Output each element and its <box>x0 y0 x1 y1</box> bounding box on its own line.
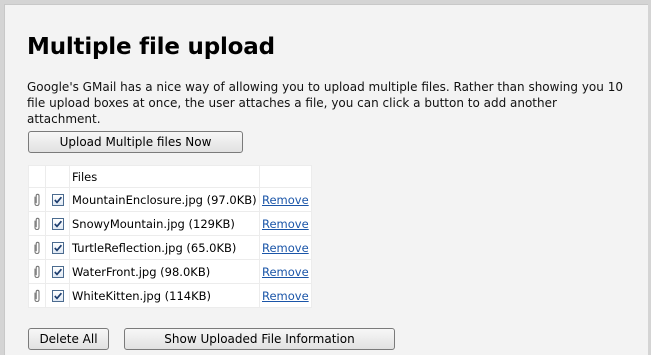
file-name: TurtleReflection.jpg (65.0KB) <box>69 235 260 260</box>
paperclip-icon <box>32 241 43 255</box>
file-checkbox[interactable] <box>51 194 64 206</box>
delete-all-button[interactable]: Delete All <box>28 328 109 350</box>
file-row: WhiteKitten.jpg (114KB) Remove <box>28 283 312 308</box>
remove-file-link[interactable]: Remove <box>262 217 309 231</box>
show-file-info-button[interactable]: Show Uploaded File Information <box>124 328 395 350</box>
file-row: TurtleReflection.jpg (65.0KB) Remove <box>28 235 312 260</box>
remove-file-link[interactable]: Remove <box>262 289 309 303</box>
page-description: Google's GMail has a nice way of allowin… <box>27 80 623 126</box>
header-spacer <box>45 165 70 188</box>
paperclip-icon <box>32 217 43 231</box>
upload-files-button[interactable]: Upload Multiple files Now <box>28 131 243 153</box>
remove-file-link[interactable]: Remove <box>262 193 309 207</box>
file-name: WaterFront.jpg (98.0KB) <box>69 259 260 284</box>
remove-file-link[interactable]: Remove <box>262 265 309 279</box>
file-checkbox[interactable] <box>51 218 64 230</box>
file-name: MountainEnclosure.jpg (97.0KB) <box>69 187 260 212</box>
file-name: SnowyMountain.jpg (129KB) <box>69 211 260 236</box>
header-spacer <box>28 165 46 188</box>
paperclip-icon <box>32 289 43 303</box>
file-name: WhiteKitten.jpg (114KB) <box>69 283 260 308</box>
file-list: MountainEnclosure.jpg (97.0KB) Remove Sn… <box>28 187 312 308</box>
files-column-header: Files <box>69 165 260 188</box>
header-spacer <box>259 165 312 188</box>
page-frame: Multiple file upload Google's GMail has … <box>4 4 648 355</box>
file-checkbox[interactable] <box>51 266 64 278</box>
file-row: SnowyMountain.jpg (129KB) Remove <box>28 211 312 236</box>
file-row: WaterFront.jpg (98.0KB) Remove <box>28 259 312 284</box>
remove-file-link[interactable]: Remove <box>262 241 309 255</box>
file-checkbox[interactable] <box>51 290 64 302</box>
files-table-header-row: Files <box>28 165 312 188</box>
paperclip-icon <box>32 193 43 207</box>
file-row: MountainEnclosure.jpg (97.0KB) Remove <box>28 187 312 212</box>
files-table: Files MountainEnclosure.jpg (97.0KB) Rem… <box>28 165 312 308</box>
page-title: Multiple file upload <box>27 34 275 60</box>
file-checkbox[interactable] <box>51 242 64 254</box>
paperclip-icon <box>32 265 43 279</box>
